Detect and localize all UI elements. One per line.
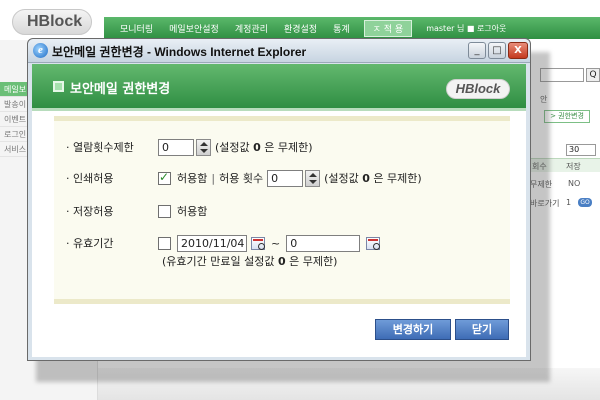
window-titlebar[interactable]: e 보안메일 권한변경 - Windows Internet Explorer … <box>28 39 530 63</box>
start-calendar-icon[interactable] <box>251 236 265 250</box>
ie-logo-icon: e <box>33 43 48 58</box>
nav-monitoring[interactable]: 모니터링 <box>112 22 161 35</box>
background-go-button[interactable]: GO <box>578 198 592 207</box>
window-title: 보안메일 권한변경 - Windows Internet Explorer <box>52 45 307 59</box>
view-limit-note: (설정값 0 은 무제한) <box>215 141 313 154</box>
background-search-button[interactable]: Q <box>586 68 600 82</box>
view-limit-spinner[interactable] <box>196 138 211 156</box>
background-goto-page[interactable]: 1 <box>566 198 571 207</box>
print-count-spinner[interactable] <box>305 169 321 187</box>
print-note: (설정값 0 은 무제한) <box>324 172 422 185</box>
expiry-note-row: (유효기간 만료일 설정값 0 은 무제한) <box>162 251 337 271</box>
top-nav: 모니터링 메일보안설정 계정관리 환경설정 통계 ㅈ 적 용 master 님 … <box>104 17 600 39</box>
background-page-size-select[interactable]: 30 <box>566 144 596 156</box>
save-row: · 저장허용 허용함 <box>66 201 207 221</box>
expiry-end-date-input[interactable]: 0 <box>286 234 361 252</box>
view-limit-row: · 열람횟수제한 0 (설정값 0 은 무제한) <box>66 137 313 157</box>
print-allow-label: 허용함 <box>177 172 208 185</box>
print-count-label: 허용 횟수 <box>219 172 264 185</box>
dialog-title: 보안메일 권한변경 <box>70 82 171 97</box>
view-limit-label: · 열람횟수제한 <box>66 141 134 154</box>
maximize-button[interactable]: □ <box>488 42 506 59</box>
nav-environment[interactable]: 환경설정 <box>276 22 325 35</box>
apply-change-button[interactable]: 변경하기 <box>375 319 451 340</box>
background-col-save: 저장 <box>566 162 581 171</box>
nav-mail-security[interactable]: 메일보안설정 <box>161 22 227 35</box>
nav-apply[interactable]: ㅈ 적 용 <box>363 19 413 37</box>
minimize-button[interactable]: _ <box>468 42 486 59</box>
nav-statistics[interactable]: 통계 <box>325 22 358 35</box>
date-range-tilde: ~ <box>271 236 281 250</box>
expiry-start-date-input[interactable]: 2010/11/04 <box>177 234 247 252</box>
hblock-logo: HBlock <box>446 79 510 99</box>
nav-account[interactable]: 계정관리 <box>227 22 276 35</box>
print-allow-checkbox[interactable] <box>158 170 171 185</box>
square-bullet-icon <box>53 81 64 92</box>
permission-form: · 열람횟수제한 0 (설정값 0 은 무제한) · 인쇄허용 허용함 | 허용… <box>54 116 510 304</box>
print-separator: | <box>211 171 216 185</box>
ie-popup-window: e 보안메일 권한변경 - Windows Internet Explorer … <box>27 38 531 361</box>
print-row: · 인쇄허용 허용함 | 허용 횟수 0 (설정값 0 은 무제한) <box>66 168 422 188</box>
dialog-banner: 보안메일 권한변경 HBlock <box>32 64 526 111</box>
user-logout[interactable]: master 님 ■ 로그아웃 <box>426 23 506 34</box>
print-label: · 인쇄허용 <box>66 172 114 185</box>
background-permission-button[interactable]: > 권한변경 <box>544 110 590 123</box>
expiry-checkbox[interactable] <box>158 236 171 250</box>
save-allow-label: 허용함 <box>177 205 208 218</box>
expiry-row: · 유효기간 2010/11/04 ~ 0 <box>66 233 381 253</box>
app-logo: HBlock <box>12 9 92 35</box>
expiry-note: (유효기간 만료일 설정값 0 은 무제한) <box>162 255 338 268</box>
background-header: HBlock 모니터링 메일보안설정 계정관리 환경설정 통계 ㅈ 적 용 ma… <box>0 0 600 40</box>
save-label: · 저장허용 <box>66 205 114 218</box>
expiry-label: · 유효기간 <box>66 237 114 250</box>
view-limit-input[interactable]: 0 <box>158 138 194 156</box>
close-button[interactable]: 닫기 <box>455 319 509 340</box>
window-close-button[interactable]: X <box>508 42 528 59</box>
print-count-input[interactable]: 0 <box>267 169 304 187</box>
window-content: 보안메일 권한변경 HBlock · 열람횟수제한 0 (설정값 0 은 무제한… <box>32 64 526 357</box>
background-cell-no: NO <box>568 179 581 188</box>
save-allow-checkbox[interactable] <box>158 204 171 218</box>
end-calendar-icon[interactable] <box>366 236 381 250</box>
